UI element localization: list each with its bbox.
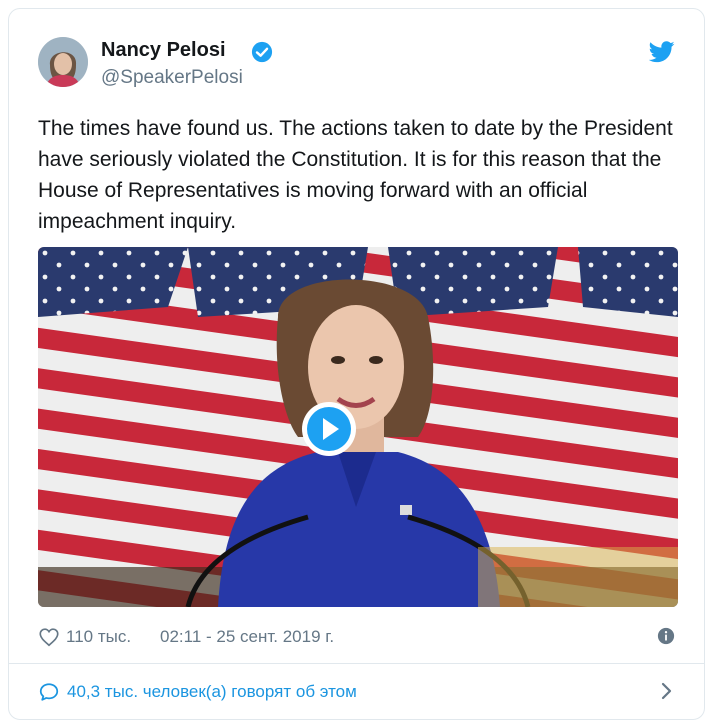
author-name[interactable]: Nancy Pelosi xyxy=(101,39,226,62)
twitter-bird-icon[interactable] xyxy=(649,41,675,63)
timestamp[interactable]: 02:11 - 25 сент. 2019 г. xyxy=(160,627,334,647)
avatar-image xyxy=(38,37,88,87)
tweet-card[interactable]: Nancy Pelosi @SpeakerPelosi The times ha… xyxy=(8,8,705,720)
verified-badge-icon xyxy=(251,41,273,63)
speech-bubble-icon xyxy=(39,683,59,701)
video-thumbnail[interactable] xyxy=(38,247,678,607)
play-icon[interactable] xyxy=(301,401,357,457)
tweet-text: The times have found us. The actions tak… xyxy=(38,117,673,233)
info-icon[interactable] xyxy=(657,627,675,645)
divider xyxy=(9,663,704,664)
video-frame xyxy=(38,247,678,607)
author-handle[interactable]: @SpeakerPelosi xyxy=(101,67,243,89)
avatar[interactable] xyxy=(38,37,88,87)
like-count[interactable]: 110 тыс. xyxy=(66,627,131,647)
conversation-label: 40,3 тыс. человек(а) говорят об этом xyxy=(67,682,357,701)
chevron-right-icon[interactable] xyxy=(659,681,675,701)
heart-icon[interactable] xyxy=(38,626,60,648)
